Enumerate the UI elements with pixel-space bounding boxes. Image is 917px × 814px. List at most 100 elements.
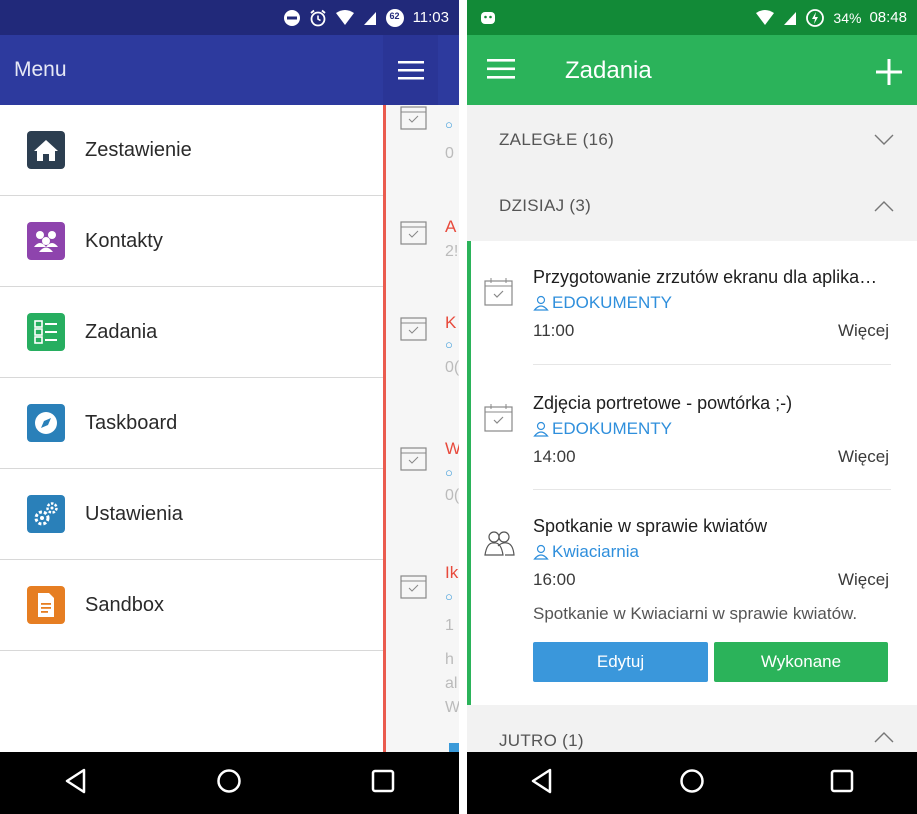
left-phone-screen: 62 11:03 Menu ○ 0 A 2! K ○ 0( W ○ 0(Ik … xyxy=(0,0,459,814)
menu-item-ustawienia[interactable]: Ustawienia xyxy=(0,469,383,560)
task-item[interactable]: Spotkanie w sprawie kwiatów Kwiaciarnia … xyxy=(467,490,917,705)
peek-text: 0( xyxy=(445,487,459,504)
menu-item-kontakty[interactable]: Kontakty xyxy=(0,196,383,287)
app-bar xyxy=(467,35,917,105)
back-button[interactable] xyxy=(64,768,88,799)
more-link[interactable]: Więcej xyxy=(838,570,889,590)
menu-item-label: Taskboard xyxy=(85,411,178,434)
peek-text: h xyxy=(445,651,454,668)
task-title: Przygotowanie zrzutów ekranu dla aplika… xyxy=(533,267,878,287)
battery-badge-text: 62 xyxy=(389,10,400,21)
battery-badge-icon: 62 xyxy=(385,8,405,28)
recents-button[interactable] xyxy=(371,769,395,798)
menu-item-taskboard[interactable]: Taskboard xyxy=(0,378,383,469)
menu-item-label: Ustawienia xyxy=(85,502,183,525)
user-icon xyxy=(533,421,549,437)
status-time: 08:48 xyxy=(869,9,907,26)
chevron-down-icon xyxy=(874,134,894,145)
background-task-list: ○ 0 A 2! K ○ 0( W ○ 0( Ik ○ 1 h al W xyxy=(383,105,459,752)
back-icon xyxy=(65,768,86,793)
menu-item-zestawienie[interactable]: Zestawienie xyxy=(0,105,383,196)
menu-item-sandbox[interactable]: Sandbox xyxy=(0,560,383,651)
wifi-icon xyxy=(335,9,355,26)
home-circle-icon xyxy=(680,768,704,793)
hamburger-icon xyxy=(487,59,515,79)
hamburger-menu-button[interactable] xyxy=(487,58,515,85)
task-item[interactable]: Przygotowanie zrzutów ekranu dla aplika…… xyxy=(467,241,917,365)
task-contact-name: EDOKUMENTY xyxy=(552,419,672,438)
signal-icon xyxy=(783,10,797,26)
battery-percent: 34% xyxy=(833,9,862,26)
people-icon xyxy=(27,222,65,260)
user-icon xyxy=(533,544,549,560)
calendar-check-icon xyxy=(400,221,427,245)
section-label: ZALEGŁE (16) xyxy=(499,130,615,149)
android-debug-icon xyxy=(479,8,497,30)
right-phone-screen: 34% 08:48 Zadania ZALEGŁE (16) DZISIAJ (… xyxy=(467,0,917,814)
hamburger-menu-button[interactable] xyxy=(383,35,438,105)
gears-icon xyxy=(27,495,65,533)
recents-square-icon xyxy=(831,769,854,792)
peek-text: al xyxy=(445,675,458,692)
peek-text: W xyxy=(445,699,459,716)
system-navigation-bar xyxy=(467,752,917,814)
menu-item-label: Kontakty xyxy=(85,229,163,252)
task-item[interactable]: Zdjęcia portretowe - powtórka ;-) EDOKUM… xyxy=(467,365,917,489)
page-title: Zadania xyxy=(565,57,652,84)
task-time: 11:00 xyxy=(533,321,575,340)
section-label: DZISIAJ (3) xyxy=(499,196,592,215)
user-icon xyxy=(533,295,549,311)
compass-icon xyxy=(27,404,65,442)
alarm-icon xyxy=(309,9,327,27)
task-contact-link[interactable]: EDOKUMENTY xyxy=(533,419,672,439)
calendar-check-icon xyxy=(400,447,427,471)
document-icon xyxy=(27,586,65,624)
signal-icon xyxy=(363,10,377,26)
task-description: Spotkanie w Kwiaciarni w sprawie kwiatów… xyxy=(533,604,858,623)
meeting-icon xyxy=(484,531,515,556)
peek-text: 0( xyxy=(445,359,459,376)
menu-item-label: Zestawienie xyxy=(85,138,192,161)
task-contact-link[interactable]: EDOKUMENTY xyxy=(533,293,672,313)
done-button[interactable]: Wykonane xyxy=(714,642,888,682)
home-button[interactable] xyxy=(216,768,242,799)
menu-item-label: Zadania xyxy=(85,320,158,343)
calendar-check-icon xyxy=(484,404,513,432)
edit-button[interactable]: Edytuj xyxy=(533,642,708,682)
task-contact-link[interactable]: Kwiaciarnia xyxy=(533,542,639,562)
calendar-check-icon xyxy=(400,106,427,130)
status-bar: 62 11:03 xyxy=(0,0,459,35)
task-title: Zdjęcia portretowe - powtórka ;-) xyxy=(533,393,793,413)
peek-letter: W xyxy=(445,439,459,458)
more-link[interactable]: Więcej xyxy=(838,321,889,341)
back-button[interactable] xyxy=(530,768,554,799)
do-not-disturb-icon xyxy=(283,9,301,27)
hamburger-icon xyxy=(397,61,424,80)
section-today[interactable]: DZISIAJ (3) xyxy=(467,171,917,241)
more-link[interactable]: Więcej xyxy=(838,447,889,467)
peek-text: 2! xyxy=(445,243,459,260)
task-contact-name: Kwiaciarnia xyxy=(552,542,639,561)
peek-text: 0 xyxy=(445,145,454,162)
wifi-icon xyxy=(755,9,775,26)
peek-letter: K xyxy=(445,313,457,332)
peek-letter: A xyxy=(445,217,457,236)
menu-item-zadania[interactable]: Zadania xyxy=(0,287,383,378)
peek-letter: Ik xyxy=(445,563,459,582)
calendar-check-icon xyxy=(484,278,513,306)
home-circle-icon xyxy=(217,768,242,793)
home-icon xyxy=(27,131,65,169)
add-task-button[interactable] xyxy=(876,59,902,90)
peek-text: 1 xyxy=(445,617,454,634)
today-task-list: Przygotowanie zrzutów ekranu dla aplika…… xyxy=(467,241,917,705)
section-tomorrow[interactable]: JUTRO (1) xyxy=(467,705,917,752)
home-button[interactable] xyxy=(679,768,705,799)
task-title: Spotkanie w sprawie kwiatów xyxy=(533,516,768,536)
calendar-check-icon xyxy=(400,575,427,599)
chevron-up-icon xyxy=(874,732,894,743)
section-overdue[interactable]: ZALEGŁE (16) xyxy=(467,105,917,175)
task-time: 16:00 xyxy=(533,570,576,589)
status-time: 11:03 xyxy=(412,9,449,26)
menu-title: Menu xyxy=(14,58,67,81)
recents-button[interactable] xyxy=(830,769,854,798)
